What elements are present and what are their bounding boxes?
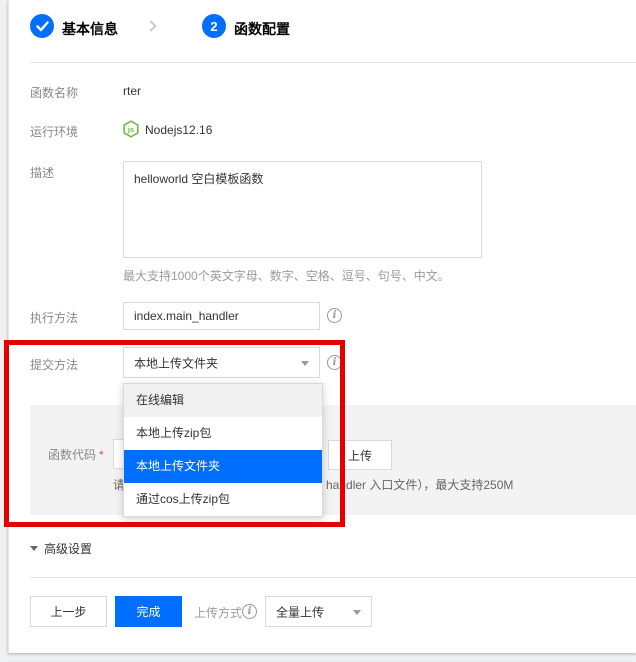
description-helper: 最大支持1000个英文字母、数字、空格、逗号、句号、中文。 <box>123 267 450 284</box>
dropdown-option-cos-zip[interactable]: 通过cos上传zip包 <box>124 483 322 516</box>
runtime-value: Nodejs12.16 <box>145 123 212 137</box>
caret-down-icon <box>30 546 38 551</box>
upload-mode-label: 上传方式 <box>194 604 242 621</box>
function-code-label: 函数代码* <box>48 446 104 463</box>
dropdown-arrow-icon <box>301 361 309 366</box>
upload-button[interactable]: 上传 <box>328 440 392 470</box>
runtime-label: 运行环境 <box>30 123 78 140</box>
handler-label: 执行方法 <box>30 309 78 326</box>
nodejs-icon: js <box>122 120 140 138</box>
submit-method-dropdown-menu: 在线编辑 本地上传zip包 本地上传文件夹 通过cos上传zip包 <box>123 383 323 517</box>
previous-step-button[interactable]: 上一步 <box>30 596 107 627</box>
dropdown-option-online-edit[interactable]: 在线编辑 <box>124 384 322 417</box>
step-2-indicator: 2 <box>202 14 226 38</box>
submit-method-label: 提交方法 <box>30 356 78 373</box>
handler-info-icon[interactable]: i <box>327 308 342 323</box>
step-1-label[interactable]: 基本信息 <box>62 19 118 39</box>
submit-method-value: 本地上传文件夹 <box>134 354 218 371</box>
dropdown-arrow-icon <box>353 610 361 615</box>
step-2-number: 2 <box>210 19 217 34</box>
description-label: 描述 <box>30 164 54 181</box>
required-asterisk: * <box>99 448 104 462</box>
submit-method-info-icon[interactable]: i <box>327 355 342 370</box>
description-textarea[interactable]: helloworld 空白模板函数 <box>123 161 482 258</box>
step-2-label: 函数配置 <box>234 19 290 39</box>
upload-mode-select[interactable]: 全量上传 <box>265 596 372 627</box>
handler-input[interactable] <box>123 302 320 330</box>
function-name-label: 函数名称 <box>30 84 78 101</box>
svg-text:js: js <box>127 125 134 134</box>
done-button[interactable]: 完成 <box>115 596 182 627</box>
footer-divider <box>30 577 636 578</box>
advanced-settings-label: 高级设置 <box>44 542 92 556</box>
step-1-indicator[interactable] <box>30 14 54 38</box>
upload-mode-value: 全量上传 <box>276 603 324 620</box>
dropdown-option-local-folder[interactable]: 本地上传文件夹 <box>124 450 322 483</box>
upload-mode-info-icon[interactable]: i <box>242 604 257 619</box>
function-name-value: rter <box>123 84 141 98</box>
header-divider <box>30 62 636 63</box>
advanced-settings-toggle[interactable]: 高级设置 <box>30 540 92 557</box>
form-card <box>8 0 636 653</box>
submit-method-select[interactable]: 本地上传文件夹 <box>123 347 320 378</box>
dropdown-option-local-zip[interactable]: 本地上传zip包 <box>124 417 322 450</box>
check-icon <box>36 21 49 32</box>
code-tip-text: handler 入口文件），最大支持250M <box>326 476 513 493</box>
